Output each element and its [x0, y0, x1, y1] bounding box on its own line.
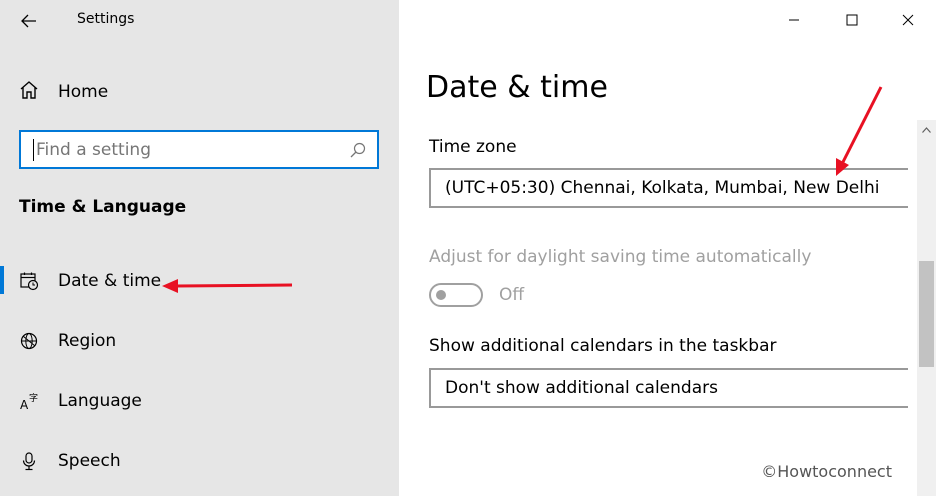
annotation-arrow-date-time	[162, 279, 293, 293]
annotation-arrow-time-zone	[836, 86, 883, 176]
annotation-layer	[162, 86, 883, 293]
watermark: ©Howtoconnect	[761, 462, 892, 481]
